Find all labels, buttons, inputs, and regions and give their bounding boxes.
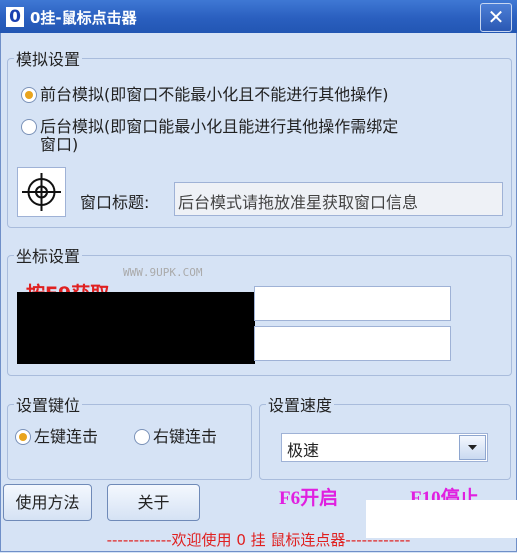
radio-left-click-label: 左键连击 [34, 427, 99, 446]
window-title: 0挂-鼠标点击器 [30, 9, 137, 27]
radio-right-click[interactable]: 右键连击 [134, 426, 217, 448]
crosshair-target-button[interactable] [17, 167, 66, 217]
window-title-field: 后台模式请拖放准星获取窗口信息 [174, 182, 503, 216]
speed-legend: 设置速度 [268, 396, 333, 415]
radio-foreground-dot[interactable] [21, 87, 37, 103]
title-bar: 0 0挂-鼠标点击器 ✕ [0, 0, 517, 33]
radio-left-click-dot[interactable] [15, 429, 31, 445]
x-coordinate-input[interactable] [254, 286, 451, 321]
about-button[interactable]: 关于 [107, 484, 200, 521]
coords-legend: 坐标设置 [16, 247, 81, 266]
window-title-field-text: 后台模式请拖放准星获取窗口信息 [178, 193, 419, 212]
radio-background-label-line1: 后台模拟(即窗口能最小化且能进行其他操作需绑定 [40, 117, 399, 136]
dropdown-arrow-button[interactable] [459, 435, 486, 460]
speed-select[interactable]: 极速 [281, 433, 488, 462]
close-button[interactable]: ✕ [480, 3, 512, 32]
radio-right-click-label: 右键连击 [153, 427, 218, 446]
speed-select-value: 极速 [287, 441, 320, 460]
radio-left-click[interactable]: 左键连击 [15, 426, 98, 448]
radio-background-label: 后台模拟(即窗口能最小化且能进行其他操作需绑定 窗口) [40, 116, 399, 154]
radio-foreground-mode[interactable]: 前台模拟(即窗口不能最小化且不能进行其他操作) [21, 84, 389, 106]
radio-right-click-dot[interactable] [134, 429, 150, 445]
radio-background-mode[interactable]: 后台模拟(即窗口能最小化且能进行其他操作需绑定 窗口) [21, 116, 399, 154]
radio-background-label-line2: 窗口) [40, 135, 79, 154]
watermark-text: WWW.9UPK.COM [123, 266, 203, 279]
footer-welcome-text: ------------欢迎使用 0 挂 鼠标连点器------------ [106, 531, 411, 549]
window-title-label: 窗口标题: [80, 193, 150, 212]
hotkey-start-label: F6开启 [279, 488, 339, 509]
mouse-key-legend: 设置键位 [16, 396, 81, 415]
radio-foreground-label: 前台模拟(即窗口不能最小化且不能进行其他操作) [40, 85, 389, 104]
chevron-down-icon [468, 445, 477, 450]
y-coordinate-input[interactable] [254, 326, 451, 361]
redaction-block [17, 292, 255, 364]
app-icon: 0 [6, 7, 24, 27]
radio-background-dot[interactable] [21, 119, 37, 135]
usage-button[interactable]: 使用方法 [3, 484, 92, 521]
simulation-legend: 模拟设置 [16, 50, 81, 69]
crosshair-icon [22, 173, 61, 211]
